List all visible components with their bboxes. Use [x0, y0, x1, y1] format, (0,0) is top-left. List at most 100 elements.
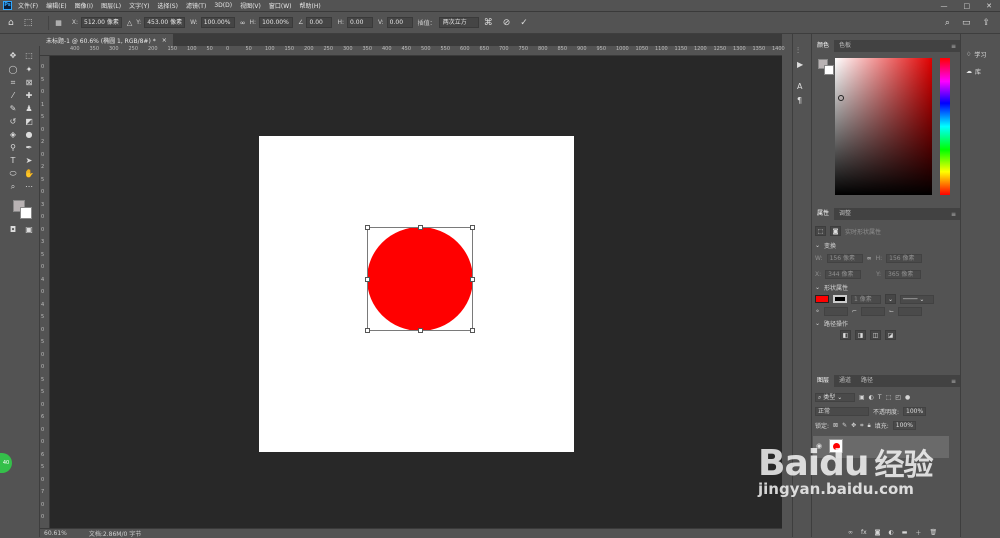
hskew-input[interactable]: 0.00: [347, 17, 374, 28]
lock-position-icon[interactable]: ✥: [851, 422, 856, 429]
transform-handle-right[interactable]: [470, 277, 475, 282]
opacity-input[interactable]: 100%: [903, 407, 927, 416]
hue-slider[interactable]: [940, 58, 950, 195]
vskew-input[interactable]: 0.00: [386, 17, 413, 28]
menu-help[interactable]: 帮助(H): [300, 1, 321, 10]
marquee-tool-icon[interactable]: ⬚: [22, 50, 36, 62]
workspace-icon[interactable]: ▭: [962, 18, 971, 28]
tab-color[interactable]: 颜色: [812, 40, 835, 52]
subtract-shapes-icon[interactable]: ◨: [855, 330, 866, 340]
panel-menu-icon[interactable]: ≡: [951, 211, 956, 218]
close-icon[interactable]: ✕: [986, 2, 992, 10]
maximize-icon[interactable]: □: [964, 2, 971, 10]
link-icon[interactable]: ∞: [867, 255, 872, 262]
frame-tool-icon[interactable]: ⊠: [22, 77, 36, 89]
menu-view[interactable]: 视图(V): [240, 1, 261, 10]
zoom-tool-icon[interactable]: ⌕: [6, 181, 20, 193]
zoom-level[interactable]: 60.61%: [44, 530, 67, 537]
transform-bounding-box[interactable]: [365, 225, 475, 333]
shape-properties-icon[interactable]: ⬚: [815, 226, 826, 236]
move-tool-icon[interactable]: ✥: [6, 50, 20, 62]
transform-handle-bottom-left[interactable]: [365, 328, 370, 333]
cancel-transform-icon[interactable]: ⊘: [503, 18, 511, 28]
menu-type[interactable]: 文字(Y): [129, 1, 149, 10]
paragraph-panel-icon[interactable]: ¶: [797, 96, 802, 105]
learn-item[interactable]: ♢ 学习: [961, 46, 1000, 63]
mask-properties-icon[interactable]: ◙: [830, 226, 841, 236]
layer-filter-dropdown[interactable]: ⌕ 类型 ⌄: [815, 393, 855, 402]
library-item[interactable]: ☁ 库: [961, 63, 1000, 80]
share-icon[interactable]: ⇪: [982, 18, 990, 28]
tab-adjustments[interactable]: 调整: [834, 208, 856, 220]
ellipse-tool-icon[interactable]: ⬭: [6, 168, 20, 180]
minimize-icon[interactable]: —: [941, 2, 948, 10]
clone-stamp-tool-icon[interactable]: ♟: [22, 103, 36, 115]
tab-channels[interactable]: 通道: [834, 375, 856, 387]
paint-bucket-tool-icon[interactable]: ◈: [6, 129, 20, 141]
lock-image-icon[interactable]: ✎: [842, 422, 847, 429]
shape-width-input[interactable]: 156 像素: [826, 254, 863, 263]
color-picker-cursor[interactable]: [838, 95, 844, 101]
shape-y-input[interactable]: 365 像素: [885, 270, 922, 279]
search-icon[interactable]: ⌕: [945, 18, 950, 28]
adjustment-layer-icon[interactable]: ◐: [889, 529, 894, 536]
fill-color-swatch[interactable]: [815, 295, 829, 303]
color-picker-field[interactable]: [835, 58, 932, 195]
combine-shapes-icon[interactable]: ◧: [840, 330, 851, 340]
shape-section-header[interactable]: ⌄ 形状属性: [815, 283, 848, 292]
stroke-type-dropdown[interactable]: ──── ⌄: [900, 294, 934, 304]
magic-wand-tool-icon[interactable]: ✦: [22, 64, 36, 76]
dodge-tool-icon[interactable]: ⚲: [6, 142, 20, 154]
panel-menu-icon[interactable]: ≡: [951, 378, 956, 385]
shape-x-input[interactable]: 344 像素: [825, 270, 862, 279]
h-input[interactable]: 100.00%: [259, 17, 294, 28]
pen-tool-icon[interactable]: ✒: [22, 142, 36, 154]
home-icon[interactable]: ⌂: [8, 18, 14, 28]
menu-window[interactable]: 窗口(W): [269, 1, 292, 10]
filter-toggle-icon[interactable]: ●: [905, 394, 910, 401]
angle-input[interactable]: 0.00: [306, 17, 333, 28]
corner-input[interactable]: [824, 307, 849, 316]
interp-dropdown[interactable]: 两次立方: [438, 17, 479, 28]
filter-type-icon[interactable]: T: [878, 394, 882, 401]
group-icon[interactable]: ▬: [902, 529, 908, 536]
stroke-color-swatch[interactable]: [833, 295, 847, 303]
close-tab-icon[interactable]: ×: [162, 37, 167, 44]
healing-brush-tool-icon[interactable]: ✚: [22, 90, 36, 102]
w-input[interactable]: 100.00%: [200, 17, 235, 28]
link-layers-icon[interactable]: ∞: [848, 529, 853, 536]
quick-mask-icon[interactable]: ◘: [6, 224, 20, 236]
eyedropper-tool-icon[interactable]: ⁄: [6, 90, 20, 102]
corner-input[interactable]: [898, 307, 923, 316]
link-icon[interactable]: ∞: [240, 19, 246, 27]
menu-3d[interactable]: 3D(D): [214, 2, 232, 9]
exclude-shapes-icon[interactable]: ◪: [885, 330, 896, 340]
commit-transform-icon[interactable]: ✓: [520, 18, 528, 28]
path-selection-tool-icon[interactable]: ➤: [22, 155, 36, 167]
actions-panel-icon[interactable]: ▶: [797, 60, 803, 69]
filter-pixel-icon[interactable]: ▣: [859, 394, 865, 401]
menu-select[interactable]: 选择(S): [157, 1, 178, 10]
y-input[interactable]: 453.00 像素: [144, 17, 186, 28]
new-layer-icon[interactable]: ＋: [915, 528, 921, 537]
photoshop-logo-icon[interactable]: Ps: [3, 1, 12, 10]
background-color-swatch[interactable]: [20, 207, 32, 219]
history-brush-tool-icon[interactable]: ↺: [6, 116, 20, 128]
more-tools-icon[interactable]: ⋯: [22, 181, 36, 193]
tool-preset-icon[interactable]: ⬚: [24, 18, 33, 28]
tab-paths[interactable]: 路径: [856, 375, 878, 387]
tab-properties[interactable]: 属性: [812, 208, 835, 220]
filter-adjust-icon[interactable]: ◐: [869, 394, 874, 401]
stroke-width-input[interactable]: 1 像素: [851, 294, 881, 304]
screen-mode-icon[interactable]: ▣: [22, 224, 36, 236]
menu-layer[interactable]: 图层(L): [101, 1, 121, 10]
transform-handle-bottom[interactable]: [418, 328, 423, 333]
hand-tool-icon[interactable]: ✋: [22, 168, 36, 180]
menu-filter[interactable]: 滤镜(T): [186, 1, 206, 10]
lock-all-icon[interactable]: 🔒︎: [868, 422, 871, 430]
history-panel-icon[interactable]: ⫶: [797, 46, 799, 56]
filter-smart-icon[interactable]: ◰: [895, 394, 901, 401]
transform-handle-bottom-right[interactable]: [470, 328, 475, 333]
path-section-header[interactable]: ⌄ 路径操作: [815, 319, 848, 328]
type-tool-icon[interactable]: T: [6, 155, 20, 167]
